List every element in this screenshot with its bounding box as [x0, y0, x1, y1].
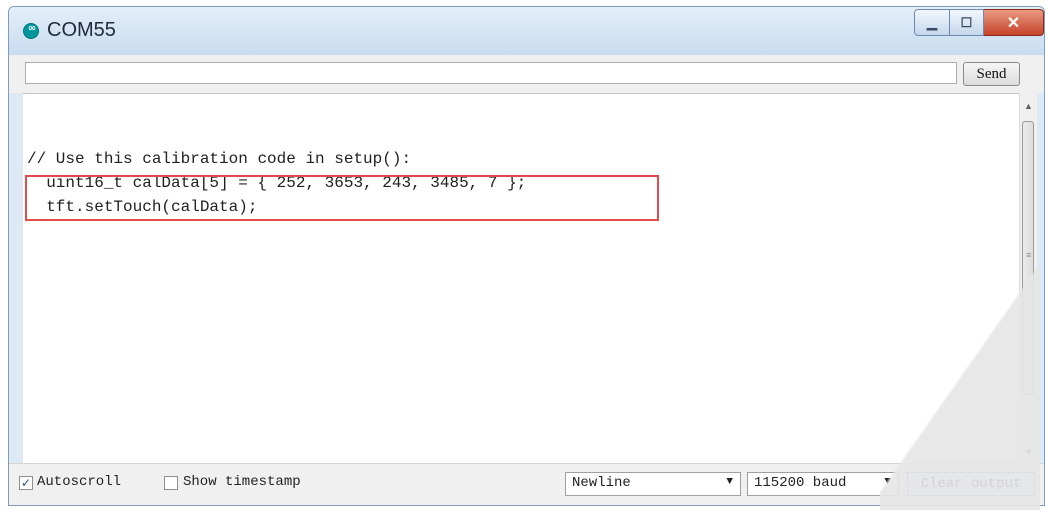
minimize-icon: ▁ — [927, 14, 937, 30]
serial-output[interactable]: // Use this calibration code in setup():… — [23, 93, 1019, 463]
clear-output-button[interactable]: Clear output — [907, 472, 1035, 496]
title-bar[interactable]: ∞ COM55 ▁ ☐ ✕ — [9, 7, 1044, 55]
scrollbar-thumb[interactable]: ≡ — [1022, 121, 1034, 395]
maximize-icon: ☐ — [960, 14, 973, 30]
timestamp-label[interactable]: Show timestamp — [183, 474, 301, 490]
timestamp-checkbox[interactable] — [164, 476, 178, 490]
window-controls: ▁ ☐ ✕ — [914, 9, 1044, 39]
check-icon: ✓ — [20, 476, 32, 490]
close-button[interactable]: ✕ — [984, 9, 1044, 36]
highlight-box — [25, 175, 659, 221]
chevron-down-icon: ▼ — [884, 476, 891, 488]
close-icon: ✕ — [1006, 14, 1021, 32]
send-row: Send — [9, 55, 1044, 93]
baud-value: 115200 baud — [754, 475, 847, 491]
line-ending-select[interactable]: Newline ▼ — [565, 472, 741, 496]
vertical-scrollbar[interactable]: ▲ ≡ ▼ — [1019, 93, 1037, 463]
arduino-icon: ∞ — [23, 23, 39, 39]
chevron-down-icon: ▼ — [726, 476, 733, 488]
maximize-button[interactable]: ☐ — [950, 9, 984, 36]
window-title: COM55 — [47, 19, 116, 41]
baud-select[interactable]: 115200 baud ▼ — [747, 472, 899, 496]
grip-icon: ≡ — [1026, 250, 1032, 260]
autoscroll-label[interactable]: Autoscroll — [37, 474, 121, 490]
output-line: // Use this calibration code in setup(): — [27, 150, 412, 168]
scroll-up-icon[interactable]: ▲ — [1020, 97, 1037, 114]
scroll-down-icon[interactable]: ▼ — [1020, 443, 1037, 460]
autoscroll-checkbox[interactable]: ✓ — [19, 476, 33, 490]
status-bar: ✓ Autoscroll Show timestamp Newline ▼ 11… — [9, 463, 1044, 505]
minimize-button[interactable]: ▁ — [914, 9, 950, 36]
serial-monitor-window: ∞ COM55 ▁ ☐ ✕ Send // Use this calibrati… — [8, 6, 1045, 506]
send-button[interactable]: Send — [963, 62, 1020, 86]
line-ending-value: Newline — [572, 475, 631, 491]
serial-input[interactable] — [25, 62, 957, 84]
